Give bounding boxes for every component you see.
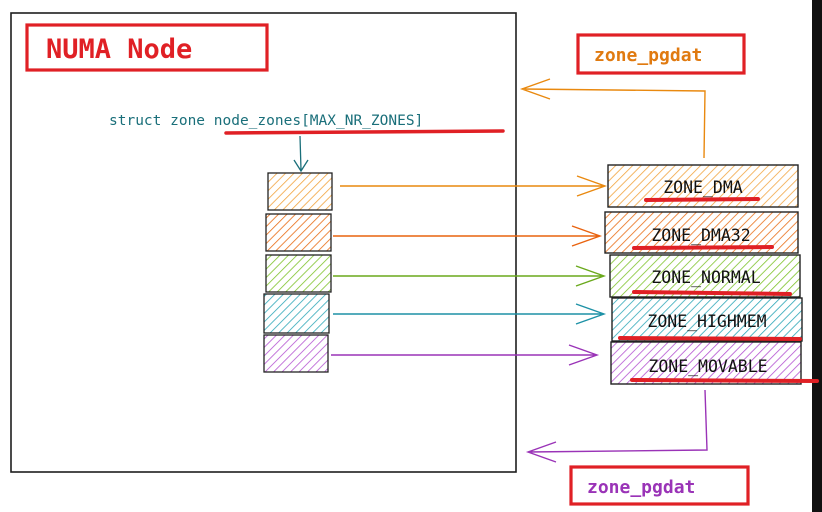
array-cell-highmem [263, 293, 330, 334]
arrow-highmem [333, 303, 607, 325]
pgdat-top-label: zone_pgdat [594, 45, 702, 66]
underline-movable [630, 378, 819, 383]
underline-normal [632, 290, 792, 296]
zone-arrows [331, 175, 608, 366]
array-cell-dma32 [265, 213, 332, 252]
zone-label-dma32: ZONE_DMA32 [651, 226, 750, 245]
underline-dma32 [632, 245, 774, 250]
zone-label-dma: ZONE_DMA [663, 178, 743, 197]
arrow-dma [340, 175, 608, 197]
array-cell-normal [265, 254, 332, 293]
underline-dma [644, 197, 760, 202]
pgdat-top-arrow [519, 78, 706, 159]
node-zones-prefix: struct zone [109, 113, 214, 129]
node-zones-pointer-arrow [293, 135, 309, 173]
zone-label-highmem: ZONE_HIGHMEM [647, 312, 766, 331]
underline-highmem [618, 336, 802, 341]
arrow-dma32 [333, 225, 603, 247]
pgdat-bottom-arrow [525, 389, 708, 463]
array-cell-dma [267, 172, 333, 211]
zone-label-normal: ZONE_NORMAL [651, 268, 760, 287]
numa-zone-diagram: NUMA Node struct zone node_zones[MAX_NR_… [10, 12, 819, 506]
array-cell-movable [263, 334, 329, 373]
node-zones-name: node_zones[MAX_NR_ZONES] [214, 113, 424, 129]
node-zones-array [263, 172, 333, 373]
numa-node-title: NUMA Node [46, 34, 192, 65]
zone-label-movable: ZONE_MOVABLE [648, 357, 767, 376]
node-zones-label: struct zone node_zones[MAX_NR_ZONES] [109, 113, 423, 129]
pgdat-bottom-label: zone_pgdat [587, 477, 695, 498]
arrow-normal [333, 265, 607, 287]
numa-node-box [10, 12, 517, 473]
node-zones-underline [224, 129, 505, 135]
arrow-movable [331, 344, 600, 366]
